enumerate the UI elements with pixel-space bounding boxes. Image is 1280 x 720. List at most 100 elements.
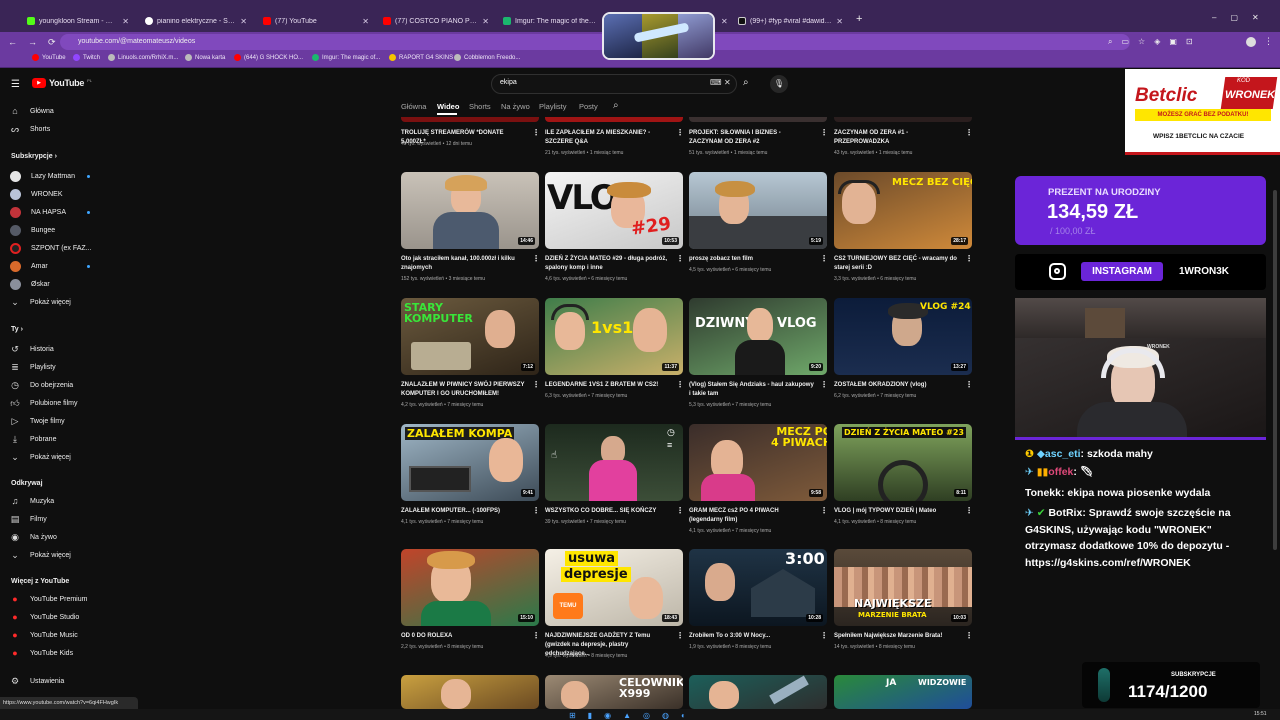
video-title[interactable]: proszę zobacz ten film bbox=[689, 255, 814, 264]
sub-amar[interactable]: Amar bbox=[10, 261, 48, 272]
tab-1[interactable]: pianino elektryczne - Szukaj w ✕ bbox=[140, 11, 252, 31]
sub-oskar[interactable]: Øskar bbox=[10, 279, 50, 290]
thumbnail-partial[interactable] bbox=[834, 117, 972, 122]
channel-search-icon[interactable]: ⌕ bbox=[613, 100, 619, 111]
video-thumbnail[interactable]: JA WIDZOWIE bbox=[834, 675, 972, 709]
nav-music[interactable]: ♫ Muzyka bbox=[10, 496, 55, 506]
tab-5[interactable]: (99+) #fyp #viral #dawidjasper ✕ bbox=[733, 11, 848, 31]
video-title[interactable]: ZOSTAŁEM OKRADZIONY (vlog) bbox=[834, 381, 959, 390]
more-options-icon[interactable]: ⋮ bbox=[820, 631, 828, 640]
video-title[interactable]: OD 0 DO ROLEXA bbox=[401, 632, 526, 641]
scrollbar[interactable] bbox=[1273, 190, 1277, 550]
video-thumbnail[interactable]: DZIWNY VLOG 9:20 bbox=[689, 298, 827, 375]
tab-home[interactable]: Główna bbox=[401, 102, 426, 111]
bookmark-4[interactable]: (644) G SHOCK HO... bbox=[234, 54, 303, 61]
video-title[interactable]: DZIEŃ Z ŻYCIA MATEO #29 - długa podróż, … bbox=[545, 255, 670, 273]
video-title[interactable]: (Vlog) Stałem Się Andziaks - haul zakupo… bbox=[689, 381, 814, 399]
search-input[interactable]: ekipa bbox=[500, 79, 517, 86]
nav-music-app[interactable]: ● YouTube Music bbox=[10, 630, 77, 640]
more-options-icon[interactable]: ⋮ bbox=[820, 380, 828, 389]
subscriptions-heading[interactable]: Subskrypcje › bbox=[11, 153, 57, 160]
nav-history[interactable]: ↺ Historia bbox=[10, 344, 54, 354]
tab-live[interactable]: Na żywo bbox=[501, 102, 530, 111]
video-thumbnail[interactable]: DZIEŃ Z ŻYCIA MATEO #23 8:11 bbox=[834, 424, 972, 501]
video-thumbnail[interactable]: 15:10 bbox=[401, 549, 539, 626]
nav-settings[interactable]: ⚙ Ustawienia bbox=[10, 676, 64, 686]
taskbar-icons[interactable]: ⊞▮◉▲◎◍◐ bbox=[569, 711, 698, 720]
more-options-icon[interactable]: ⋮ bbox=[532, 631, 540, 640]
close-icon[interactable]: ✕ bbox=[836, 17, 843, 26]
tab-2[interactable]: (77) YouTube ✕ bbox=[258, 11, 374, 31]
more-options-icon[interactable]: ⋮ bbox=[820, 506, 828, 515]
video-thumbnail[interactable]: MECZ BEZ CIĘĆ 28:17 bbox=[834, 172, 972, 249]
video-title[interactable]: ZACZYNAM OD ZERA #1 - PRZEPROWADZKA bbox=[834, 129, 959, 147]
nav-shorts[interactable]: ᔕ Shorts bbox=[10, 124, 50, 134]
more-options-icon[interactable]: ⋮ bbox=[676, 506, 684, 515]
video-thumbnail[interactable]: usuwa depresje TEMU 18:43 bbox=[545, 549, 683, 626]
nav-buttons[interactable]: ←→⟳ bbox=[8, 37, 67, 48]
video-title[interactable]: Oto jak straciłem kanał, 100.000zł i kil… bbox=[401, 255, 526, 273]
menu-icon[interactable]: ⋮ bbox=[1264, 36, 1273, 47]
sub-bungee[interactable]: Bungee bbox=[10, 225, 55, 236]
nav-home[interactable]: ⌂ Główna bbox=[10, 106, 53, 116]
video-title[interactable]: ILE ZAPŁACIŁEM ZA MIESZKANIE? - SZCZERE … bbox=[545, 129, 670, 147]
video-thumbnail[interactable]: VLOG #24 13:27 bbox=[834, 298, 972, 375]
more-options-icon[interactable]: ⋮ bbox=[965, 506, 973, 515]
youtube-logo[interactable]: ▶ YouTube PL bbox=[32, 78, 92, 88]
tab-4[interactable]: Imgur: The magic of the Interne bbox=[498, 11, 602, 31]
address-bar[interactable]: youtube.com/@mateomateusz/videos bbox=[60, 34, 1130, 50]
tab-posts[interactable]: Posty bbox=[579, 102, 598, 111]
video-thumbnail[interactable]: MECZ PO 4 PIWACH 9:58 bbox=[689, 424, 827, 501]
video-thumbnail[interactable]: ZALAŁEM KOMPA 9:41 bbox=[401, 424, 539, 501]
video-title[interactable]: LEGENDARNE 1VS1 Z BRATEM W CS2! bbox=[545, 381, 670, 390]
video-thumbnail[interactable]: STARY KOMPUTER 7:12 bbox=[401, 298, 539, 375]
video-title[interactable]: GRAM MECZ cs2 PO 4 PIWACH (legendarny fi… bbox=[689, 507, 814, 525]
nav-premium[interactable]: ● YouTube Premium bbox=[10, 594, 87, 604]
thumbnail-partial[interactable] bbox=[689, 117, 827, 122]
video-title[interactable]: WSZYSTKO CO DOBRE... SIĘ KOŃCZY bbox=[545, 507, 670, 516]
bookmark-5[interactable]: Imgur: The magic of... bbox=[312, 54, 380, 61]
more-options-icon[interactable]: ⋮ bbox=[820, 128, 828, 137]
bookmark-2[interactable]: Linuols.com/RrhiX.m... bbox=[108, 54, 178, 61]
more-options-icon[interactable]: ⋮ bbox=[676, 128, 684, 137]
add-to-queue-icon[interactable]: ≡ bbox=[667, 440, 672, 450]
video-thumbnail[interactable]: 5:19 bbox=[689, 172, 827, 249]
bookmark-3[interactable]: Nowa karta bbox=[185, 54, 225, 61]
tab-shorts[interactable]: Shorts bbox=[469, 102, 491, 111]
search-icon[interactable]: ⌕ bbox=[743, 77, 749, 88]
nav-playlists[interactable]: ≣ Playlisty bbox=[10, 362, 55, 372]
profile-avatar[interactable] bbox=[1246, 37, 1256, 47]
more-options-icon[interactable]: ⋮ bbox=[532, 254, 540, 263]
close-icon[interactable]: ✕ bbox=[482, 17, 489, 26]
bookmark-1[interactable]: Twitch bbox=[73, 54, 100, 61]
microphone-icon[interactable]: 🎙︎ bbox=[770, 75, 788, 93]
you-show-more[interactable]: ⌄ Pokaż więcej bbox=[10, 452, 71, 462]
video-title[interactable]: Spełniłem Największe Marzenie Brata! bbox=[834, 632, 959, 641]
thumbnail-partial[interactable] bbox=[401, 117, 539, 122]
video-thumbnail[interactable]: NAJWIĘKSZE MARZENIE BRATA 10:03 bbox=[834, 549, 972, 626]
you-heading[interactable]: Ty › bbox=[11, 326, 23, 333]
more-options-icon[interactable]: ⋮ bbox=[676, 380, 684, 389]
sub-wronek[interactable]: WRONEK bbox=[10, 189, 63, 200]
video-title[interactable]: ZALAŁEM KOMPUTER... (-100FPS) bbox=[401, 507, 526, 516]
video-thumbnail[interactable]: VLOG #29 10:53 bbox=[545, 172, 683, 249]
nav-downloads[interactable]: ⤓ Pobrane bbox=[10, 434, 56, 444]
close-icon[interactable]: ✕ bbox=[240, 17, 247, 26]
sub-na-hapsa[interactable]: NA HAPSA bbox=[10, 207, 66, 218]
nav-liked[interactable]: 👍︎ Polubione filmy bbox=[10, 398, 77, 408]
thumbnail-partial[interactable] bbox=[545, 117, 683, 122]
subs-show-more[interactable]: ⌄ Pokaż więcej bbox=[10, 297, 71, 307]
more-options-icon[interactable]: ⋮ bbox=[965, 631, 973, 640]
more-options-icon[interactable]: ⋮ bbox=[965, 254, 973, 263]
tab-0[interactable]: youngkloon Stream - Watch Liv ✕ bbox=[22, 11, 134, 31]
keyboard-icon[interactable]: ⌨ bbox=[710, 78, 722, 87]
window-controls[interactable]: –▢✕ bbox=[1212, 13, 1273, 22]
close-icon[interactable]: ✕ bbox=[362, 17, 369, 26]
nav-live[interactable]: ◉ Na żywo bbox=[10, 532, 57, 542]
tab-videos[interactable]: Wideo bbox=[437, 102, 459, 111]
more-options-icon[interactable]: ⋮ bbox=[532, 380, 540, 389]
nav-studio[interactable]: ● YouTube Studio bbox=[10, 612, 79, 622]
video-title[interactable]: ZNALAZŁEM W PIWNICY SWÓJ PIERWSZY KOMPUT… bbox=[401, 381, 526, 399]
nav-movies[interactable]: ▤ Filmy bbox=[10, 514, 47, 524]
more-options-icon[interactable]: ⋮ bbox=[532, 128, 540, 137]
